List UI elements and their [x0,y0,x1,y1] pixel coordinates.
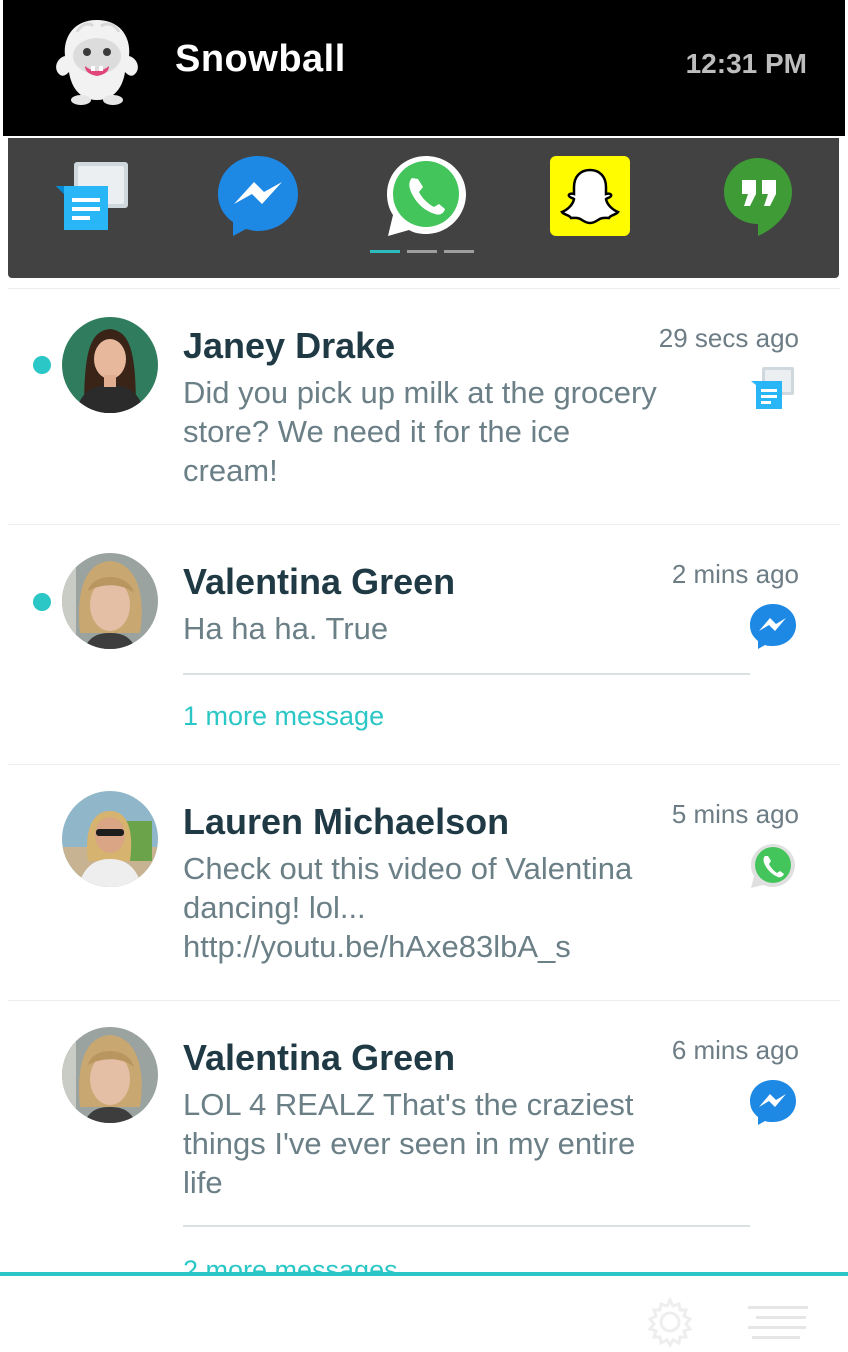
message-time: 6 mins ago [671,1035,799,1065]
message-time: 5 mins ago [671,799,799,829]
messenger-icon [750,604,796,649]
sms-icon [751,367,794,409]
message-text: Check out this video of Valentina dancin… [183,851,633,964]
unread-indicator [33,356,51,374]
message-card[interactable]: Janey Drake 29 secs ago Did you pick up … [8,288,840,515]
unread-indicator [33,593,51,611]
message-text: Ha ha ha. True [183,611,389,646]
message-time: 2 mins ago [671,559,799,589]
messenger-icon [750,1080,796,1125]
page-dot-active [370,250,400,253]
message-time: 29 secs ago [658,323,799,353]
menu-lines-icon[interactable] [744,1304,810,1346]
sender-name: Janey Drake [183,325,396,366]
bottom-bar [0,1276,848,1352]
avatar [62,553,158,649]
hangouts-app-icon[interactable] [714,152,802,240]
message-card[interactable]: Lauren Michaelson 5 mins ago Check out t… [8,764,840,989]
sender-name: Lauren Michaelson [183,801,510,842]
message-text: LOL 4 REALZ That's the craziest things I… [183,1087,636,1200]
message-card[interactable]: Valentina Green 6 mins ago LOL 4 REALZ T… [8,1000,840,1272]
message-text: Did you pick up milk at the grocery stor… [183,375,657,488]
app-header: Snowball 12:31 PM [3,0,845,136]
snowball-yeti-logo-icon [56,20,138,105]
sender-name: Valentina Green [183,1037,456,1078]
snapchat-app-icon[interactable] [546,152,634,240]
whatsapp-icon [751,844,795,888]
page-indicator [370,250,481,256]
avatar [62,1027,158,1123]
app-title: Snowball [175,38,346,80]
avatar [62,317,158,413]
message-list: Janey Drake 29 secs ago Did you pick up … [0,288,848,1272]
divider [183,673,750,675]
sender-name: Valentina Green [183,561,456,602]
more-messages-link[interactable]: 1 more message [183,701,384,732]
message-card[interactable]: Valentina Green 2 mins ago Ha ha ha. Tru… [8,524,840,747]
messages-app-icon[interactable] [50,152,138,240]
status-clock: 12:31 PM [685,48,807,79]
whatsapp-app-icon[interactable] [382,152,470,240]
page-dot [407,250,437,253]
more-messages-link[interactable]: 2 more messages [183,1255,398,1272]
page-dot [444,250,474,253]
divider [183,1225,750,1227]
settings-gear-icon[interactable] [644,1296,696,1348]
app-switcher-bar [8,138,839,278]
messenger-app-icon[interactable] [214,152,302,240]
avatar [62,791,158,887]
